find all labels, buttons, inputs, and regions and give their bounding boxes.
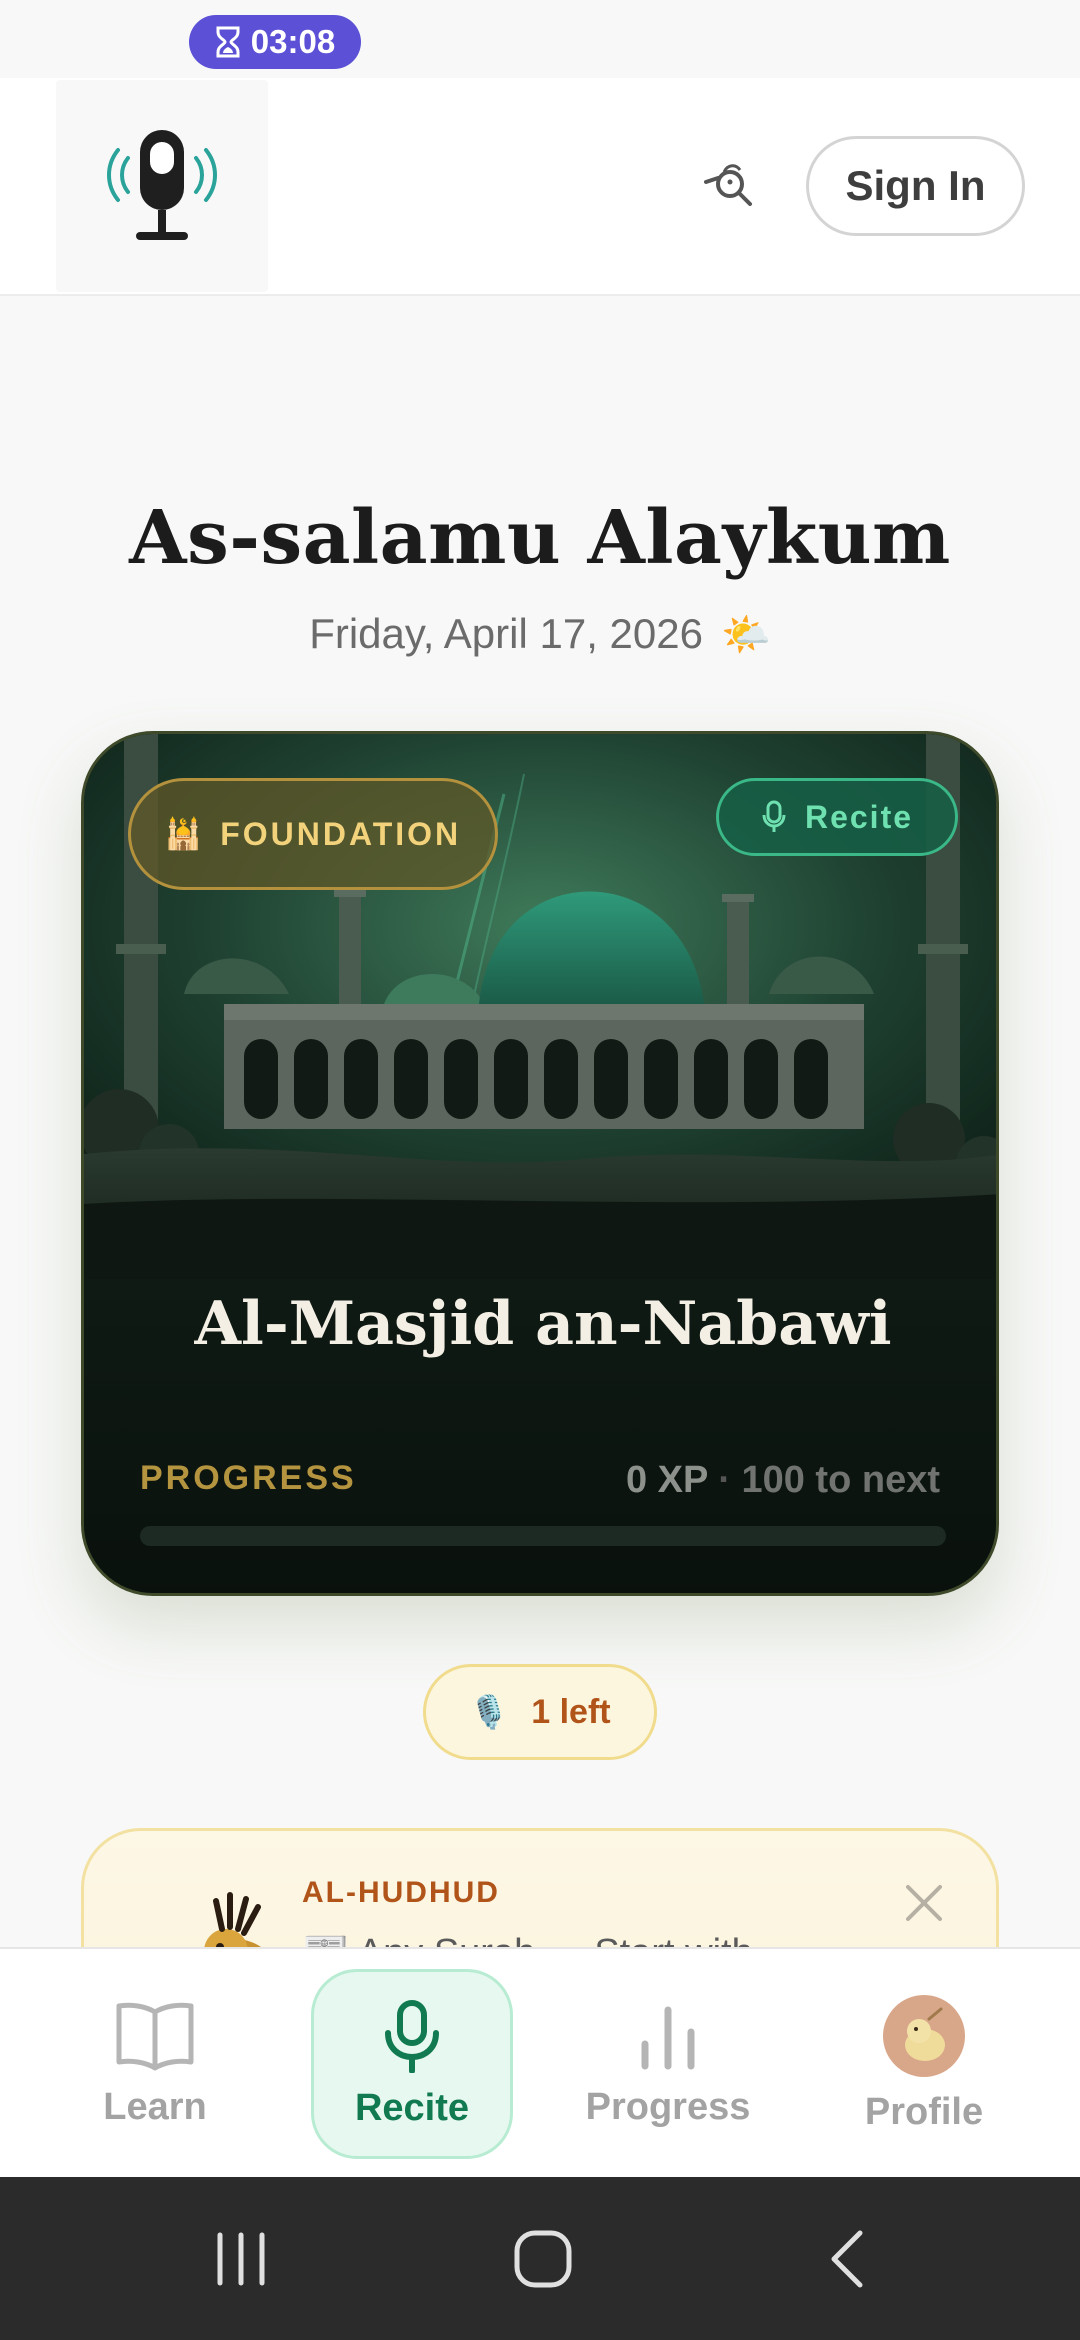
mosque-icon: 🕌 xyxy=(164,817,203,851)
progress-bar xyxy=(140,1526,946,1546)
avatar-icon xyxy=(905,2007,945,2061)
back-icon[interactable] xyxy=(812,2227,882,2291)
close-icon[interactable] xyxy=(902,1881,946,1925)
nav-progress[interactable]: Progress xyxy=(570,1969,766,2159)
microphone-icon xyxy=(762,800,786,832)
app-logo[interactable] xyxy=(56,80,268,292)
hudhud-title: AL-HUDHUD xyxy=(302,1876,500,1909)
timer-value: 03:08 xyxy=(250,23,336,60)
nav-profile-label: Profile xyxy=(864,2090,984,2133)
nav-recite-label: Recite xyxy=(354,2086,470,2129)
recite-badge-label: Recite xyxy=(804,798,914,835)
progress-label: PROGRESS xyxy=(140,1459,357,1497)
nav-learn[interactable]: Learn xyxy=(60,1969,250,2159)
microphone-icon xyxy=(385,1999,439,2073)
bird-search-icon[interactable] xyxy=(700,158,760,210)
recitations-left-label: 1 left xyxy=(531,1692,611,1731)
greeting-title: As-salamu Alaykum xyxy=(129,495,951,581)
nav-recite[interactable]: Recite xyxy=(311,1969,513,2159)
timer-pill: 03:08 xyxy=(189,15,361,69)
nav-profile[interactable]: Profile xyxy=(838,1969,1010,2159)
avatar xyxy=(883,1994,965,2077)
bottom-navigation: Learn Recite Progress Profile xyxy=(0,1947,1080,2177)
microphone-broadcast-icon xyxy=(107,130,217,240)
home-icon[interactable] xyxy=(508,2227,578,2291)
sign-in-button[interactable]: Sign In xyxy=(806,136,1025,236)
progress-stats: 0 XP · 100 to next xyxy=(626,1459,940,1502)
level-badge: 🕌 FOUNDATION xyxy=(128,778,498,890)
level-card[interactable]: 🕌 FOUNDATION Recite Al-Masjid an-Nabawi … xyxy=(81,731,999,1596)
stats-separator: · xyxy=(718,1459,731,1501)
app-header: Sign In xyxy=(0,78,1080,296)
weather-icon: 🌤️ xyxy=(720,613,771,657)
bar-chart-icon xyxy=(641,2006,695,2069)
recitations-left-badge[interactable]: 🎙️ 1 left xyxy=(423,1664,657,1760)
studio-microphone-icon: 🎙️ xyxy=(469,1694,510,1730)
date-line: Friday, April 17, 2026 🌤️ xyxy=(0,610,1080,658)
nav-learn-label: Learn xyxy=(103,2085,207,2128)
level-badge-label: FOUNDATION xyxy=(220,815,462,852)
place-name: Al-Masjid an-Nabawi xyxy=(194,1289,892,1359)
book-icon xyxy=(116,2002,194,2070)
system-navigation-bar xyxy=(0,2177,1080,2340)
current-date: Friday, April 17, 2026 xyxy=(309,610,703,657)
hourglass-icon xyxy=(216,26,240,58)
recent-apps-icon[interactable] xyxy=(206,2227,276,2291)
xp-value: 0 XP xyxy=(625,1459,708,1501)
xp-to-next: 100 to next xyxy=(741,1459,940,1501)
nav-progress-label: Progress xyxy=(585,2085,751,2128)
recite-badge[interactable]: Recite xyxy=(716,778,958,856)
